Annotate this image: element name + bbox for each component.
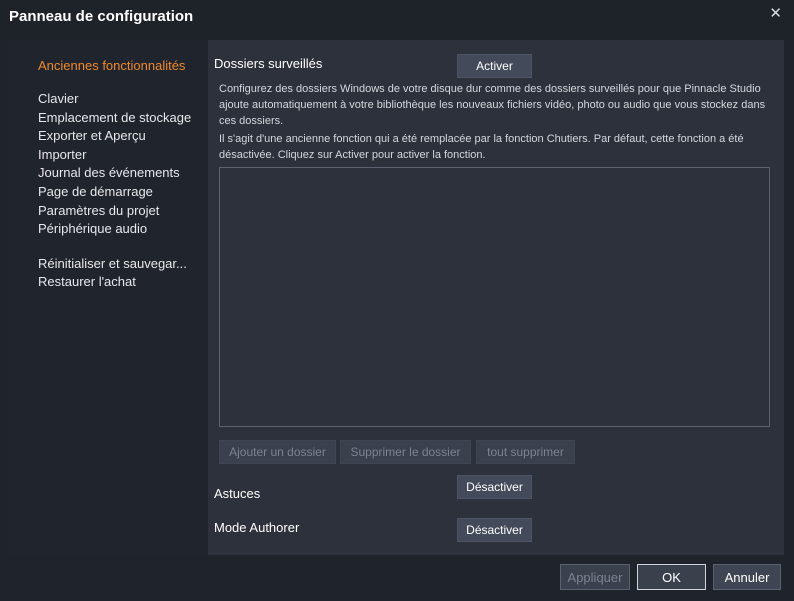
- legacy-feature-note: Il s'agit d'une ancienne fonction qui a …: [219, 133, 744, 161]
- watched-folders-description: Configurez des dossiers Windows de votre…: [219, 83, 766, 127]
- sidebar-item-export-preview[interactable]: Exporter et Aperçu: [38, 128, 146, 143]
- sidebar-item-restore-purchase[interactable]: Restaurer l'achat: [38, 274, 136, 289]
- sidebar-item-import[interactable]: Importer: [38, 147, 86, 162]
- sidebar-item-legacy-features[interactable]: Anciennes fonctionnalités: [38, 58, 185, 73]
- ok-button[interactable]: OK: [637, 564, 706, 590]
- remove-all-button[interactable]: tout supprimer: [476, 440, 575, 464]
- sidebar-item-event-log[interactable]: Journal des événements: [38, 165, 180, 180]
- remove-folder-button[interactable]: Supprimer le dossier: [340, 440, 471, 464]
- deactivate-authorer-button[interactable]: Désactiver: [457, 518, 532, 542]
- title-bar: Panneau de configuration ✕: [0, 0, 794, 40]
- sidebar-item-project-settings[interactable]: Paramètres du projet: [38, 203, 159, 218]
- apply-button[interactable]: Appliquer: [560, 564, 630, 590]
- sidebar-item-storage-location[interactable]: Emplacement de stockage: [38, 110, 191, 125]
- tips-title: Astuces: [214, 486, 261, 501]
- activate-watched-folders-button[interactable]: Activer: [457, 54, 532, 78]
- sidebar-item-startup-page[interactable]: Page de démarrage: [38, 184, 153, 199]
- sidebar-item-audio-device[interactable]: Périphérique audio: [38, 221, 147, 236]
- sidebar-item-keyboard[interactable]: Clavier: [38, 91, 78, 106]
- deactivate-tips-button[interactable]: Désactiver: [457, 475, 532, 499]
- close-icon[interactable]: ✕: [769, 4, 782, 22]
- cancel-button[interactable]: Annuler: [713, 564, 781, 590]
- watched-folders-list[interactable]: [219, 167, 770, 427]
- watched-folders-title: Dossiers surveillés: [214, 56, 323, 71]
- add-folder-button[interactable]: Ajouter un dossier: [219, 440, 336, 464]
- sidebar-item-reset-backup[interactable]: Réinitialiser et sauvegar...: [38, 256, 187, 271]
- window-title: Panneau de configuration: [9, 8, 194, 25]
- authorer-mode-title: Mode Authorer: [214, 520, 300, 535]
